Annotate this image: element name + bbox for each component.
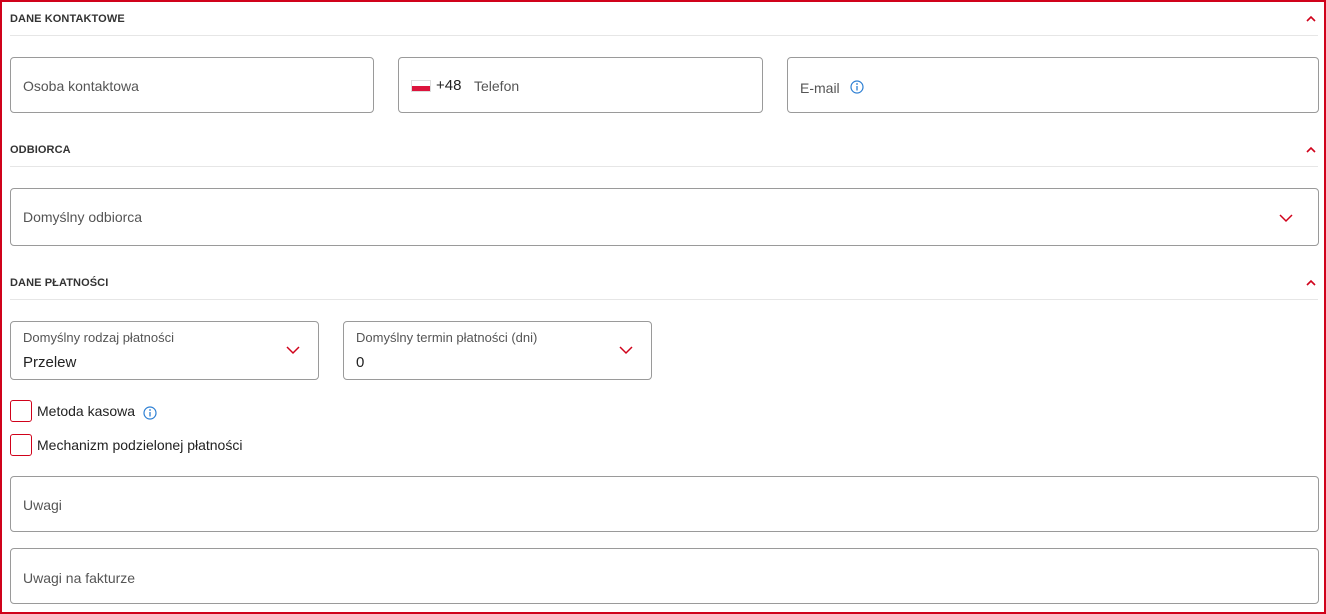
contact-person-placeholder: Osoba kontaktowa [23, 78, 139, 94]
chevron-down-icon[interactable] [1278, 211, 1294, 223]
phone-input[interactable]: +48 Telefon [398, 57, 763, 113]
chevron-up-icon[interactable] [1304, 143, 1318, 157]
chevron-up-icon[interactable] [1304, 12, 1318, 26]
cash-method-label[interactable]: Metoda kasowa [37, 403, 135, 419]
payment-type-value: Przelew [23, 354, 77, 371]
cash-method-option: Metoda kasowa [10, 400, 210, 422]
phone-dial-code: +48 [436, 77, 462, 94]
split-payment-label[interactable]: Mechanizm podzielonej płatności [37, 437, 242, 453]
info-icon[interactable] [143, 406, 157, 420]
chevron-down-icon[interactable] [285, 343, 301, 355]
invoice-notes-placeholder: Uwagi na fakturze [23, 570, 136, 586]
split-payment-checkbox[interactable] [10, 434, 32, 456]
email-placeholder: E-mail [800, 80, 840, 96]
split-payment-option: Mechanizm podzielonej płatności [10, 434, 310, 456]
contact-person-input[interactable]: Osoba kontaktowa [10, 57, 374, 113]
section-title-contact: DANE KONTAKTOWE [10, 13, 125, 25]
phone-placeholder: Telefon [474, 78, 520, 94]
cash-method-checkbox[interactable] [10, 400, 32, 422]
payment-term-value: 0 [356, 354, 365, 371]
chevron-up-icon[interactable] [1304, 276, 1318, 290]
section-title-recipient: ODBIORCA [10, 144, 71, 156]
payment-term-select[interactable]: Domyślny termin płatności (dni) 0 [343, 321, 652, 380]
notes-input[interactable]: Uwagi [10, 476, 1319, 532]
payment-type-label: Domyślny rodzaj płatności [23, 330, 175, 345]
section-header-contact: DANE KONTAKTOWE [10, 12, 1318, 36]
default-recipient-select[interactable]: Domyślny odbiorca [10, 188, 1319, 246]
section-title-payment: DANE PŁATNOŚCI [10, 277, 109, 289]
section-header-payment: DANE PŁATNOŚCI [10, 276, 1318, 300]
chevron-down-icon[interactable] [618, 343, 634, 355]
payment-term-label: Domyślny termin płatności (dni) [356, 330, 538, 345]
invoice-notes-input[interactable]: Uwagi na fakturze [10, 548, 1319, 604]
payment-type-select[interactable]: Domyślny rodzaj płatności Przelew [10, 321, 319, 380]
notes-placeholder: Uwagi [23, 497, 62, 513]
email-input[interactable]: E-mail [787, 57, 1319, 113]
default-recipient-placeholder: Domyślny odbiorca [23, 209, 143, 225]
poland-flag-icon[interactable] [411, 80, 431, 92]
info-icon[interactable] [850, 80, 864, 94]
section-header-recipient: ODBIORCA [10, 143, 1318, 167]
